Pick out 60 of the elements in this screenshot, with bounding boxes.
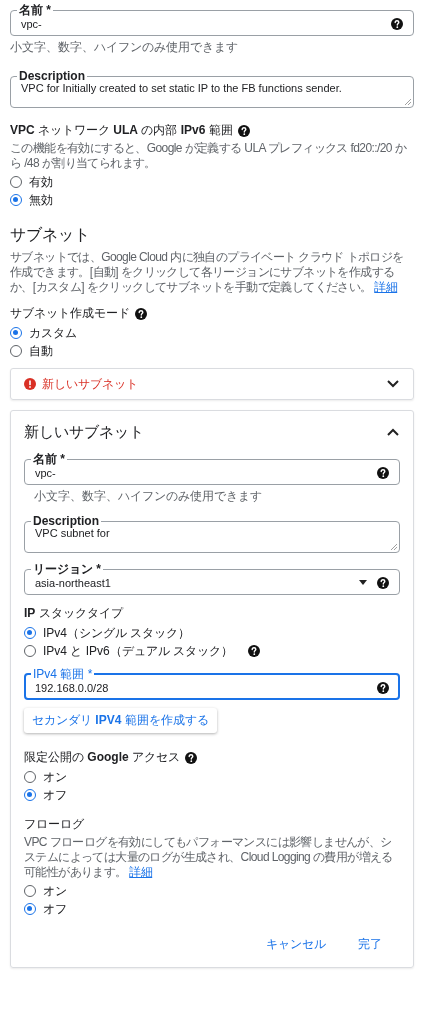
done-button[interactable]: 完了: [354, 932, 386, 957]
field-label: 名前 *: [18, 4, 52, 16]
group-title: サブネット作成モード: [10, 305, 130, 322]
help-icon[interactable]: [248, 645, 261, 657]
error-icon: [24, 378, 36, 390]
input-field[interactable]: 名前 * vpc-: [24, 453, 400, 485]
description-field[interactable]: Description VPC subnet for: [24, 515, 400, 553]
field-value: asia-northeast1: [35, 576, 112, 589]
radio-label[interactable]: オン: [43, 882, 67, 900]
help-icon[interactable]: [135, 307, 147, 320]
region-select[interactable]: リージョン * asia-northeast1: [24, 563, 400, 595]
field-value: VPC subnet for: [35, 527, 111, 539]
field-value: vpc-: [35, 466, 57, 479]
resize-handle-icon[interactable]: [391, 544, 397, 550]
input-field[interactable]: IPv4 範囲 * 192.168.0.0/28: [24, 668, 400, 700]
description-field[interactable]: Description VPC for Initially created to set static IP to the FB functions sender.: [10, 70, 414, 108]
create-secondary-range-button[interactable]: セカンダリ IPV4 範囲を作成する: [24, 708, 217, 733]
radio-label[interactable]: カスタム: [29, 324, 77, 342]
field-hint: 小文字、数字、ハイフンのみ使用できます: [10, 39, 239, 56]
section-heading: サブネット: [10, 225, 91, 245]
help-icon[interactable]: [377, 681, 389, 694]
field-value: VPC for Initially created to set static IP to the FB functions sender.: [21, 82, 343, 94]
radio-label[interactable]: 有効: [29, 173, 53, 191]
field-value: vpc-: [21, 17, 43, 30]
field-label: Description: [18, 70, 86, 82]
field-hint: 小文字、数字、ハイフンのみ使用できます: [33, 488, 263, 505]
cancel-button[interactable]: キャンセル: [262, 932, 330, 957]
help-icon[interactable]: [377, 576, 389, 589]
field-label: Description: [32, 515, 100, 527]
radio-label[interactable]: オン: [43, 768, 67, 786]
group-title: VPC ネットワーク ULA の内部 IPv6 範囲: [10, 122, 233, 139]
details-link[interactable]: 詳細: [374, 280, 398, 294]
panel-title: 新しいサブネット: [24, 422, 145, 442]
help-icon[interactable]: [185, 751, 198, 764]
group-title: フローログ: [24, 816, 84, 833]
radio-label[interactable]: オフ: [43, 786, 67, 804]
radio-label[interactable]: IPv4 と IPv6（デュアル スタック）: [43, 642, 234, 660]
help-icon[interactable]: [237, 124, 250, 137]
panel-title: 新しいサブネット: [42, 375, 139, 393]
description-text: サブネットでは、Google Cloud 内に独自のプライベート クラウド トポロジを作成できます。[自動] をクリックして各リージョンにサブネットを作成するか、[カスタム] をクリックしてサブネットを手動で定義してください。 詳細: [10, 250, 405, 295]
description-text: VPC フローログを有効にしてもパフォーマンスには影響しませんが、システムによっては大量のログが生成され、Cloud Logging の費用が増える可能性があります。 詳細: [24, 835, 394, 880]
field-label: IPv4 範囲 *: [32, 668, 94, 680]
collapse-chevron-icon[interactable]: [387, 428, 399, 436]
radio-label[interactable]: オフ: [43, 900, 67, 918]
resize-handle-icon[interactable]: [405, 99, 411, 105]
group-title: 限定公開の Google アクセス: [24, 749, 181, 766]
details-link[interactable]: 詳細: [129, 865, 153, 879]
field-label: リージョン *: [32, 563, 102, 575]
field-label: 名前 *: [32, 453, 66, 465]
expand-chevron-icon[interactable]: [387, 380, 399, 388]
radio-label[interactable]: 無効: [29, 191, 53, 209]
radio-label[interactable]: 自動: [29, 342, 53, 360]
help-icon[interactable]: [377, 466, 389, 479]
description-text: この機能を有効にすると、Google が定義する ULA プレフィックス fd20::/20 から /48 が割り当てられます。: [10, 141, 408, 171]
field-value: 192.168.0.0/28: [35, 681, 110, 694]
group-title: IP スタックタイプ: [24, 605, 123, 622]
radio-label[interactable]: IPv4（シングル スタック）: [43, 624, 191, 642]
dropdown-caret-icon[interactable]: [359, 580, 367, 585]
help-icon[interactable]: [391, 17, 403, 30]
input-field[interactable]: 名前 * vpc-: [10, 4, 414, 36]
